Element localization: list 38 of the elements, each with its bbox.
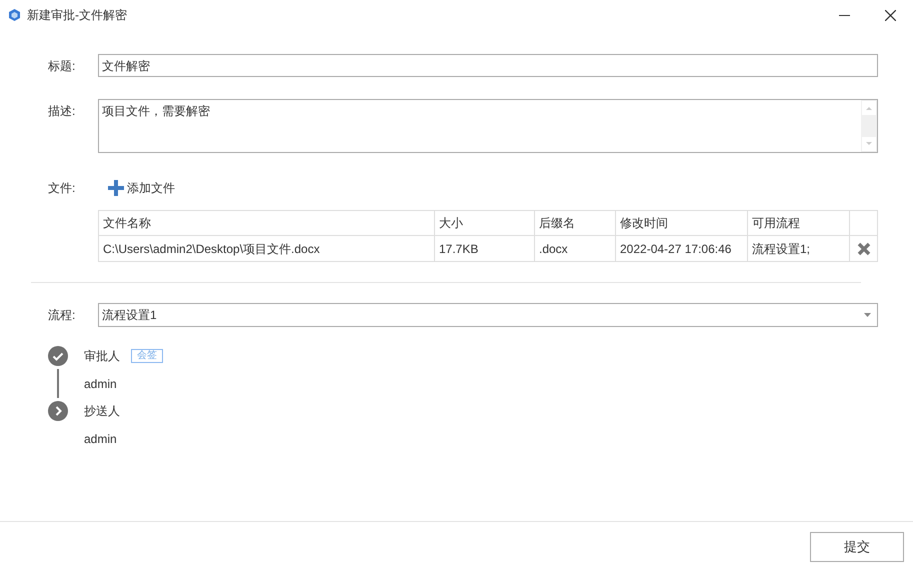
- table-cell: 流程设置1;: [748, 236, 850, 261]
- step-tag: 会签: [131, 349, 163, 363]
- column-header: 可用流程: [748, 211, 850, 235]
- scroll-down-button[interactable]: [862, 137, 876, 151]
- window-title: 新建审批-文件解密: [27, 7, 127, 24]
- column-header: 后缀名: [535, 211, 616, 235]
- description-field[interactable]: 项目文件，需要解密: [98, 99, 878, 153]
- add-file-button[interactable]: 添加文件: [108, 179, 175, 197]
- step-title: 抄送人: [84, 403, 120, 420]
- flow-label: 流程:: [48, 307, 76, 324]
- chevron-circle-icon: [48, 401, 68, 421]
- dropdown-caret-icon: [864, 313, 871, 317]
- minimize-icon: [838, 14, 850, 16]
- delete-button[interactable]: [856, 242, 870, 256]
- cube-icon: [9, 9, 20, 21]
- column-header: 大小: [435, 211, 535, 235]
- check-circle-icon: [48, 346, 68, 366]
- title-label: 标题:: [48, 58, 76, 74]
- scrollbar[interactable]: [861, 100, 877, 152]
- submit-button[interactable]: 提交: [810, 532, 904, 562]
- step-person: admin: [84, 376, 117, 392]
- description-label: 描述:: [48, 103, 76, 120]
- table-cell: C:\Users\admin2\Desktop\项目文件.docx: [99, 236, 435, 261]
- table-cell: .docx: [535, 236, 616, 261]
- files-label: 文件:: [48, 180, 76, 197]
- step-title: 审批人: [84, 348, 120, 365]
- description-text: 项目文件，需要解密: [101, 103, 211, 120]
- plus-icon: [108, 180, 124, 196]
- scroll-up-button[interactable]: [862, 101, 876, 115]
- table-cell: 17.7KB: [435, 236, 535, 261]
- flow-value: 流程设置1: [102, 307, 158, 324]
- close-icon: [884, 10, 896, 20]
- column-header: 文件名称: [99, 211, 435, 235]
- step-person: admin: [84, 430, 117, 448]
- flow-select[interactable]: 流程设置1: [98, 303, 878, 327]
- table-cell: 2022-04-27 17:06:46: [616, 236, 748, 261]
- column-header: 修改时间: [616, 211, 748, 235]
- title-field[interactable]: 文件解密: [98, 54, 878, 77]
